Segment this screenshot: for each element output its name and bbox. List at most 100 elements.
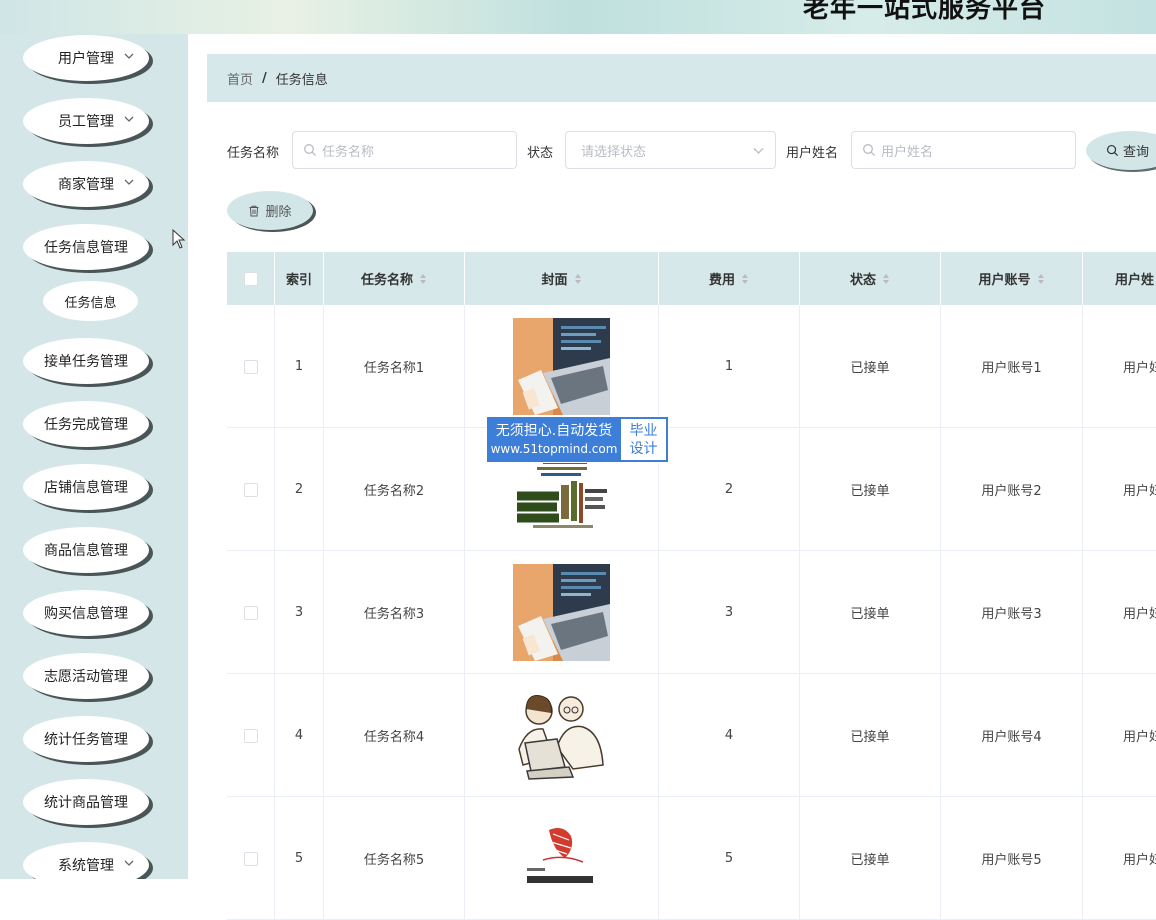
row-select-cell — [227, 797, 275, 920]
column-header-fee[interactable]: 费用 — [659, 252, 800, 305]
task-name-cell: 任务名称4 — [324, 674, 465, 797]
search-icon — [863, 144, 875, 156]
sidebar-item-staff-management[interactable]: 员工管理 — [23, 98, 149, 144]
row-checkbox[interactable] — [243, 359, 258, 374]
sidebar-item-task-statistics-management[interactable]: 统计任务管理 — [23, 716, 149, 762]
watermark-text: 无须担心.自动发货 www.51topmind.com — [487, 417, 621, 462]
sidebar-item-label: 员工管理 — [58, 114, 114, 130]
search-icon — [1106, 144, 1119, 157]
sidebar-item-purchase-info-management[interactable]: 购买信息管理 — [23, 590, 149, 636]
watermark-slogan: 无须担心.自动发货 — [495, 423, 613, 439]
row-checkbox[interactable] — [243, 605, 258, 620]
sidebar-item-system-management[interactable]: 系统管理 — [23, 842, 149, 879]
delete-button-label: 删除 — [265, 205, 292, 220]
cover-cell — [465, 674, 659, 797]
cover-cell — [465, 797, 659, 920]
cover-image-sqlserver-logo[interactable] — [513, 810, 610, 907]
task-name-input[interactable]: 任务名称 — [292, 131, 517, 169]
user-name-cell: 用户妇 — [1083, 674, 1156, 797]
column-header-label: 用户姓 — [1115, 273, 1155, 288]
user-name-cell: 用户妇 — [1083, 428, 1156, 551]
table-row[interactable]: 2 任务名称2 2 已接单 用户账号2 用户妇 — [227, 428, 1156, 551]
row-select-cell — [227, 305, 275, 428]
task-name-label: 任务名称 — [227, 146, 280, 161]
sidebar-item-label: 任务完成管理 — [44, 417, 128, 433]
sidebar-item-volunteer-activity-management[interactable]: 志愿活动管理 — [23, 653, 149, 699]
task-name-cell: 任务名称2 — [324, 428, 465, 551]
watermark-tag-top: 毕业 — [629, 422, 658, 439]
column-header-label: 用户账号 — [978, 273, 1031, 288]
delete-button[interactable]: 删除 — [227, 191, 313, 230]
breadcrumb: 首页 / 任务信息 — [207, 54, 1156, 102]
search-icon — [304, 144, 316, 156]
sidebar-item-user-management[interactable]: 用户管理 — [23, 35, 149, 81]
column-header-cover[interactable]: 封面 — [465, 252, 659, 305]
status-cell: 已接单 — [800, 797, 941, 920]
status-select[interactable]: 请选择状态 — [565, 131, 776, 169]
sidebar: 用户管理 员工管理 商家管理 任务信息管理 任务信息 接单任务管理 任务完成管理… — [0, 34, 188, 879]
sidebar-item-task-completion-management[interactable]: 任务完成管理 — [23, 401, 149, 447]
breadcrumb-separator: / — [262, 70, 267, 86]
user-account-cell: 用户账号3 — [941, 551, 1083, 674]
user-name-placeholder: 用户姓名 — [881, 144, 934, 160]
sort-icon[interactable] — [1037, 273, 1045, 285]
index-cell: 1 — [275, 305, 324, 428]
sidebar-item-label: 志愿活动管理 — [44, 669, 128, 685]
index-cell: 3 — [275, 551, 324, 674]
column-header-status[interactable]: 状态 — [800, 252, 941, 305]
user-name-input[interactable]: 用户姓名 — [851, 131, 1076, 169]
column-header-task-name[interactable]: 任务名称 — [324, 252, 465, 305]
table-row[interactable]: 4 任务名称4 4 已接单 用户账号4 用户妇 — [227, 674, 1156, 797]
sidebar-item-task-info-management[interactable]: 任务信息管理 — [23, 224, 149, 270]
table-row[interactable]: 5 任务名称5 5 已接单 用户账号5 用户妇 — [227, 797, 1156, 920]
sort-icon[interactable] — [419, 273, 427, 285]
fee-cell: 1 — [659, 305, 800, 428]
row-checkbox[interactable] — [243, 851, 258, 866]
sidebar-subitem-label: 任务信息 — [64, 295, 117, 311]
sidebar-item-label: 任务信息管理 — [44, 240, 128, 256]
cover-cell — [465, 305, 659, 428]
row-checkbox[interactable] — [243, 728, 258, 743]
task-name-placeholder: 任务名称 — [322, 144, 375, 160]
cover-image-coders-sketch[interactable] — [513, 687, 610, 784]
index-cell: 2 — [275, 428, 324, 551]
sidebar-item-product-info-management[interactable]: 商品信息管理 — [23, 527, 149, 573]
user-account-cell: 用户账号5 — [941, 797, 1083, 920]
column-header-user-account[interactable]: 用户账号 — [941, 252, 1083, 305]
cover-cell — [465, 551, 659, 674]
cover-image-laptop[interactable] — [513, 564, 610, 661]
user-account-cell: 用户账号2 — [941, 428, 1083, 551]
sidebar-item-merchant-management[interactable]: 商家管理 — [23, 161, 149, 207]
breadcrumb-current: 任务信息 — [275, 72, 328, 88]
status-label: 状态 — [527, 146, 554, 161]
status-placeholder: 请选择状态 — [581, 144, 647, 160]
sidebar-item-label: 购买信息管理 — [44, 606, 128, 622]
sort-icon[interactable] — [741, 273, 749, 285]
table-row[interactable]: 1 任务名称1 1 已接单 用户账号1 用户妇 — [227, 305, 1156, 428]
sort-icon[interactable] — [574, 273, 582, 285]
breadcrumb-home-link[interactable]: 首页 — [227, 69, 253, 88]
row-select-cell — [227, 428, 275, 551]
table-row[interactable]: 3 任务名称3 3 已接单 用户账号3 用户妇 — [227, 551, 1156, 674]
sidebar-item-accepted-task-management[interactable]: 接单任务管理 — [23, 338, 149, 384]
select-all-cell — [227, 252, 275, 305]
chevron-down-icon — [124, 116, 134, 122]
fee-cell: 2 — [659, 428, 800, 551]
sidebar-item-product-statistics-management[interactable]: 统计商品管理 — [23, 779, 149, 825]
user-name-label: 用户姓名 — [786, 146, 839, 161]
task-name-cell: 任务名称5 — [324, 797, 465, 920]
select-all-checkbox[interactable] — [243, 271, 258, 286]
row-checkbox[interactable] — [243, 482, 258, 497]
mouse-pointer-icon — [172, 229, 186, 249]
status-cell: 已接单 — [800, 305, 941, 428]
query-button[interactable]: 查询 — [1086, 131, 1156, 170]
index-cell: 4 — [275, 674, 324, 797]
row-select-cell — [227, 551, 275, 674]
sidebar-item-shop-info-management[interactable]: 店铺信息管理 — [23, 464, 149, 510]
column-header-user-name[interactable]: 用户姓 — [1083, 252, 1156, 305]
column-header-label: 封面 — [541, 273, 568, 288]
sidebar-subitem-task-info[interactable]: 任务信息 — [43, 281, 138, 321]
sort-icon[interactable] — [882, 273, 890, 285]
cover-image-laptop[interactable] — [513, 318, 610, 415]
row-select-cell — [227, 674, 275, 797]
